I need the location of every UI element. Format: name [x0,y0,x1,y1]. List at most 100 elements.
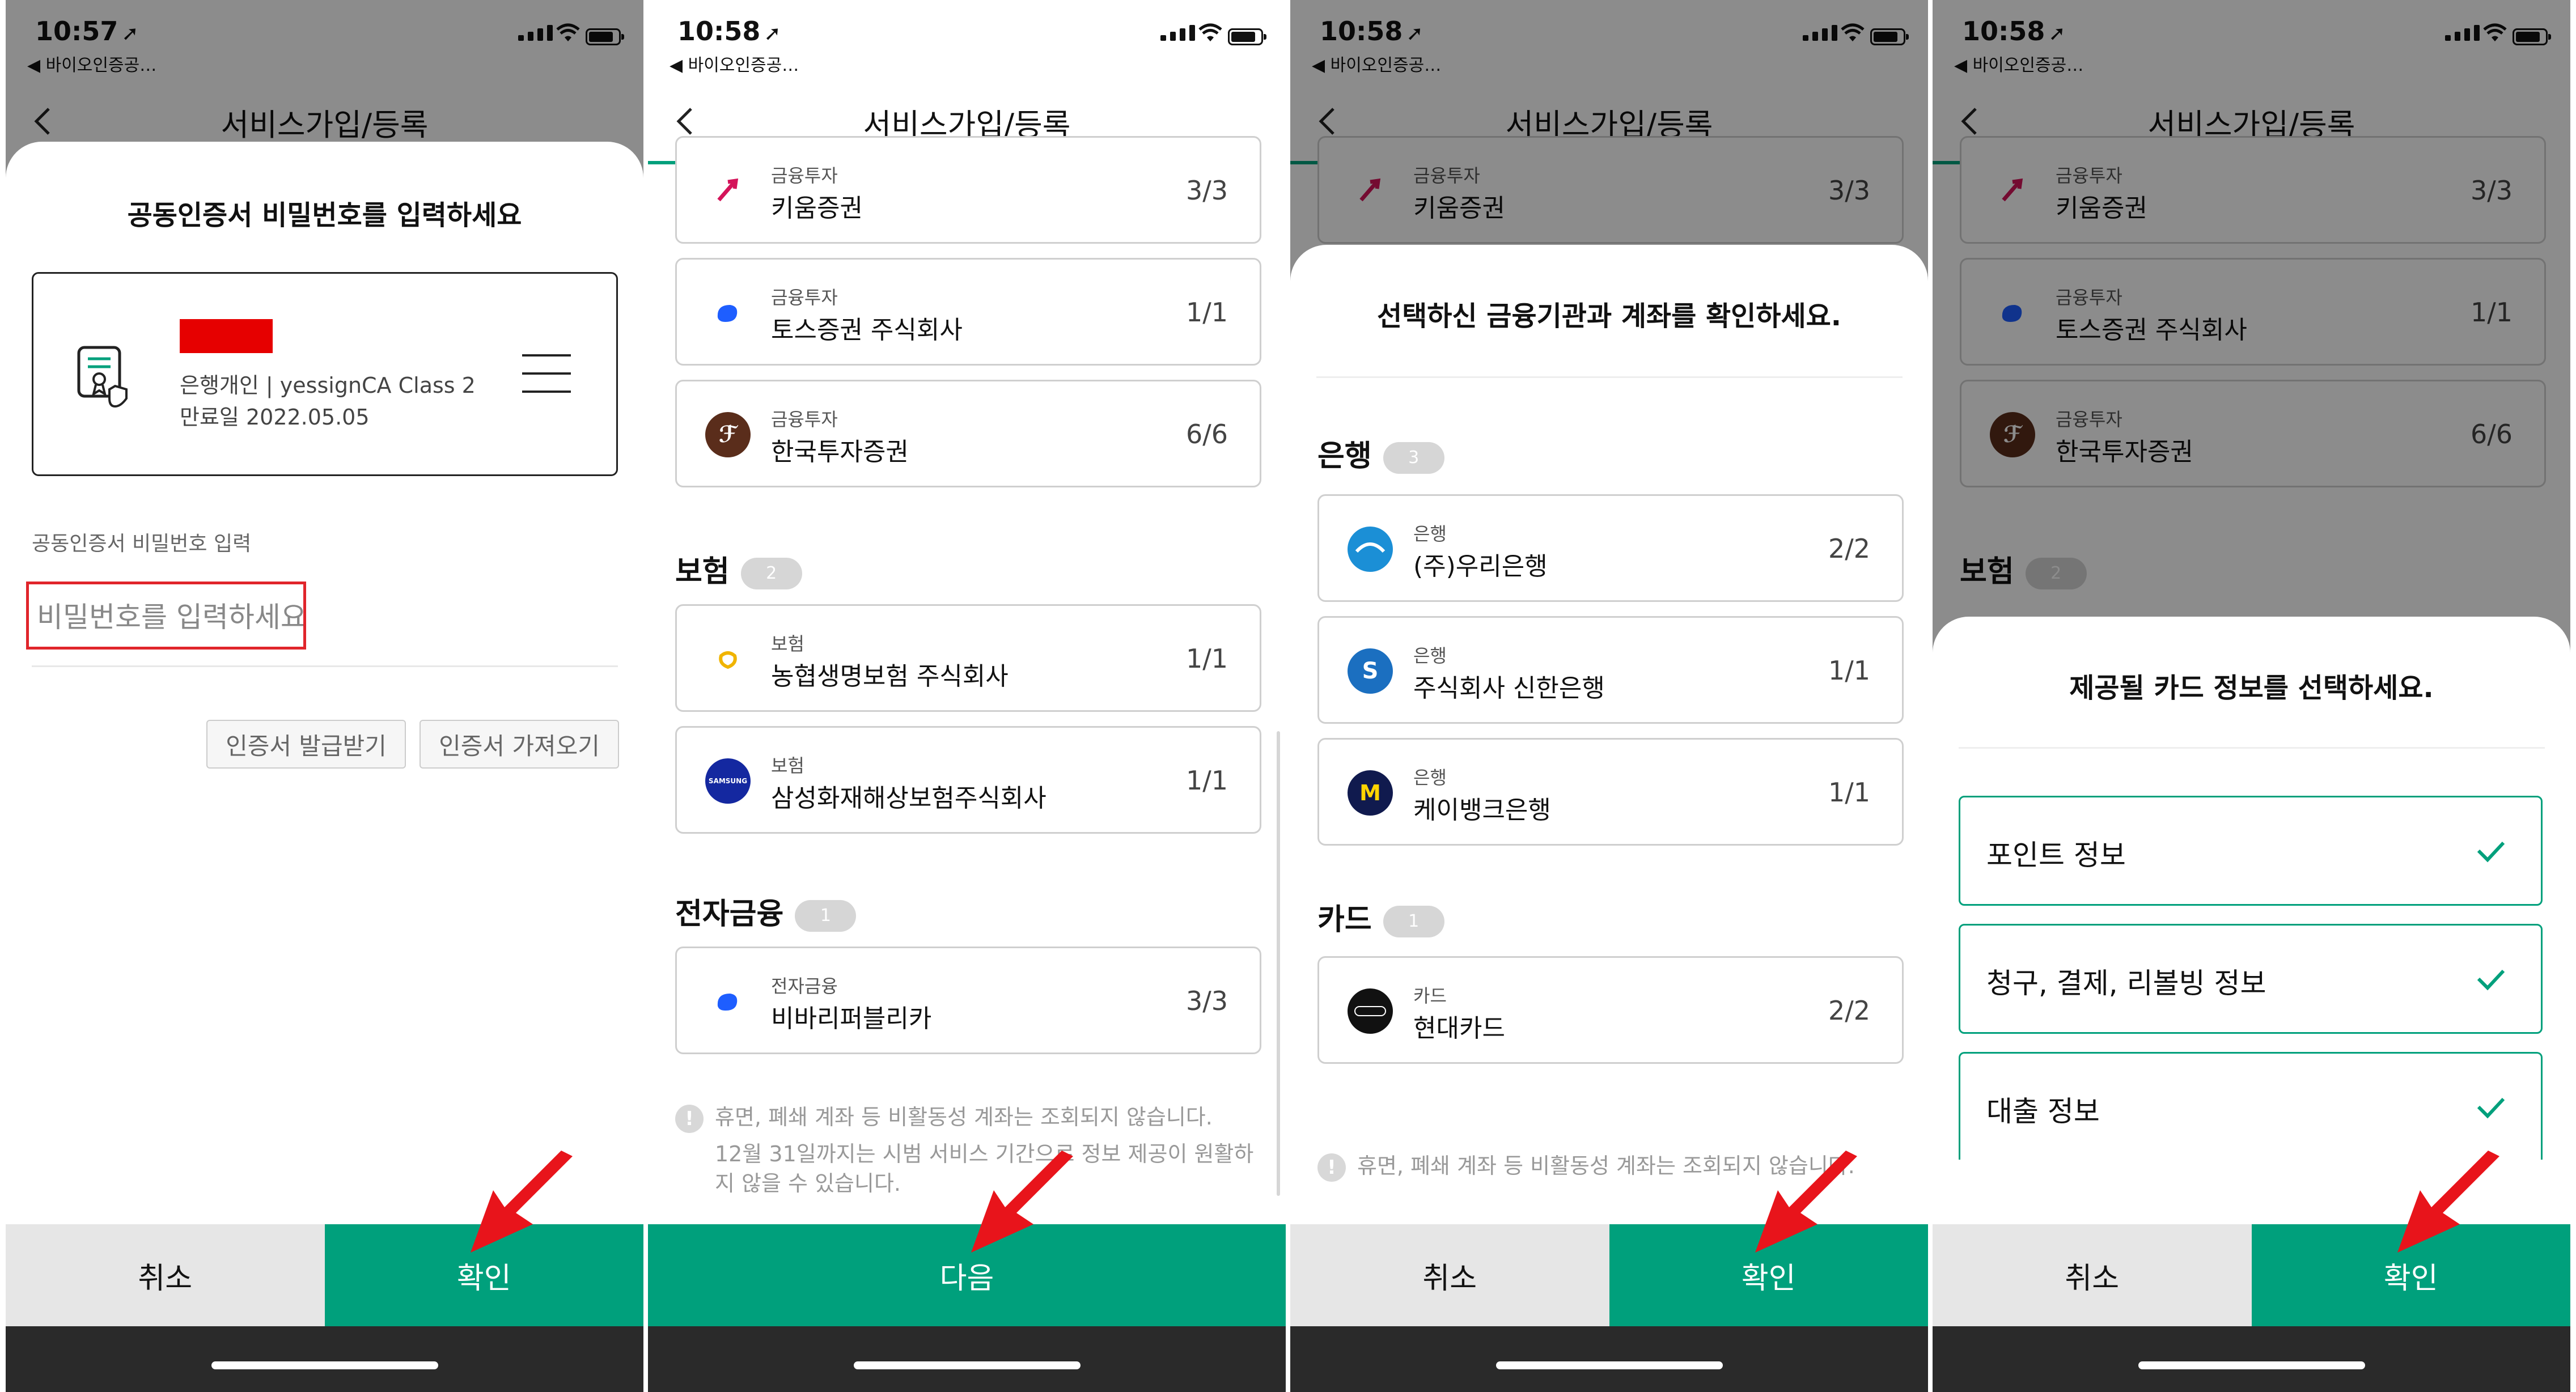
home-indicator[interactable] [1495,1361,1723,1369]
institution-card[interactable]: M 은행 케이뱅크은행 1/1 [1317,738,1904,846]
home-area [648,1326,1286,1392]
option-billing-info[interactable]: 청구, 결제, 리볼빙 정보 [1959,924,2543,1034]
sheet-title: 제공될 카드 정보를 선택하세요. [2069,672,2434,704]
back-to-app-link[interactable]: ◀ 바이오인증공… [670,51,799,76]
kis-logo-icon: ℱ [705,412,751,457]
home-indicator[interactable] [211,1361,438,1369]
cancel-button[interactable]: 취소 [1933,1224,2252,1326]
password-input[interactable] [37,595,303,640]
home-area [1933,1326,2570,1392]
red-arrow-icon [2397,1151,2499,1253]
scrollbar[interactable] [1277,731,1280,1196]
woori-logo-icon [1348,527,1393,572]
card-name: 한국투자증권 [771,438,909,466]
issue-certificate-button[interactable]: 인증서 발급받기 [206,720,406,769]
card-name: 키움증권 [771,194,863,223]
red-arrow-icon [1755,1151,1857,1253]
card-category: 금융투자 [771,287,838,308]
battery-icon [1228,28,1266,45]
option-label: 대출 정보 [1986,1095,2100,1128]
divider [1959,747,2545,749]
card-name: 비바리퍼블리카 [771,1004,932,1033]
section-header-efinance: 전자금융 1 [675,890,857,932]
notice-inactive-accounts: ! 휴면, 폐쇄 계좌 등 비활동성 계좌는 조회되지 않습니다. [675,1100,1213,1133]
divider [1316,376,1903,378]
status-bar: 10:58 ➚ ◀ 바이오인증공… [648,0,1286,79]
card-name: (주)우리은행 [1413,552,1548,581]
info-icon: ! [675,1104,704,1133]
kbank-logo-icon: M [1348,770,1393,816]
hyundai-card-logo-icon [1348,988,1393,1034]
password-highlight-box [26,582,306,650]
location-arrow-icon: ➚ [764,22,781,45]
card-name: 케이뱅크은행 [1413,796,1551,825]
check-icon [2477,969,2505,991]
institution-card[interactable]: S 은행 주식회사 신한은행 1/1 [1317,616,1904,724]
home-indicator[interactable] [2138,1361,2365,1369]
option-label: 포인트 정보 [1986,839,2126,872]
card-name: 삼성화재해상보험주식회사 [771,784,1046,813]
card-name: 주식회사 신한은행 [1413,674,1605,703]
section-count-badge: 2 [740,558,802,589]
certificate-issuer: 은행개인 | yessignCA Class 2 [180,373,476,398]
password-underline [32,665,618,667]
redacted-name [180,319,273,353]
card-category: 은행 [1413,523,1447,545]
red-arrow-icon [471,1151,573,1253]
status-time: 10:58 ➚ [677,16,781,46]
kiwoom-logo-icon [705,168,751,214]
option-point-info[interactable]: 포인트 정보 [1959,796,2543,906]
institution-card[interactable]: 카드 현대카드 2/2 [1317,956,1904,1064]
institution-card[interactable]: 금융투자 토스증권 주식회사 1/1 [675,258,1261,366]
card-name: 농협생명보험 주식회사 [771,662,1009,691]
screen-institution-list: 10:58 ➚ ◀ 바이오인증공… 서비스가입/등록 금융투자 키움증권 3/3 … [648,0,1286,1392]
card-count: 1/1 [1185,643,1228,674]
section-count-badge: 1 [795,900,857,932]
info-icon: ! [1317,1153,1346,1182]
screen-card-info-select: 10:58 ➚ ◀ 바이오인증공… 서비스가입/등록 금융투자 키움증권 3/3 … [1933,0,2570,1392]
card-name: 현대카드 [1413,1014,1505,1043]
hamburger-menu-icon[interactable] [522,354,571,394]
card-count: 1/1 [1185,765,1228,796]
certificate-icon [77,346,128,408]
card-count: 3/3 [1185,986,1228,1016]
check-icon [2477,841,2505,863]
check-icon [2477,1097,2505,1119]
institution-card[interactable]: 전자금융 비바리퍼블리카 3/3 [675,947,1261,1054]
toss-logo-icon [705,290,751,336]
card-count: 3/3 [1185,175,1228,206]
home-area [6,1326,643,1392]
shinhan-logo-icon: S [1348,648,1393,694]
card-count: 1/1 [1185,297,1228,328]
cellular-signal-icon [1160,25,1195,41]
home-indicator[interactable] [853,1361,1081,1369]
samsung-logo-icon: SAMSUNG [705,758,751,804]
card-category: 카드 [1413,985,1447,1007]
institution-card[interactable]: 금융투자 키움증권 3/3 [675,136,1261,244]
screen-certificate-password: 10:57 ➚ ◀ 바이오인증공… 서비스가입/등록 공동인증서 비밀번호를 입력… [6,0,643,1392]
section-header-bank: 은행 3 [1317,432,1444,474]
card-category: 은행 [1413,645,1447,667]
institution-card[interactable]: SAMSUNG 보험 삼성화재해상보험주식회사 1/1 [675,726,1261,834]
cancel-button[interactable]: 취소 [6,1224,325,1326]
institution-card[interactable]: 은행 (주)우리은행 2/2 [1317,494,1904,602]
nh-logo-icon [705,636,751,682]
red-arrow-icon [971,1151,1073,1253]
cancel-button[interactable]: 취소 [1290,1224,1609,1326]
card-category: 은행 [1413,767,1447,788]
password-label: 공동인증서 비밀번호 입력 [32,532,252,555]
card-count: 6/6 [1185,419,1228,449]
institution-card[interactable]: 보험 농협생명보험 주식회사 1/1 [675,604,1261,712]
card-category: 전자금융 [771,975,838,997]
sheet-title: 선택하신 금융기관과 계좌를 확인하세요. [1376,300,1842,332]
home-area [1290,1326,1928,1392]
section-count-badge: 3 [1383,442,1444,474]
section-header-insurance: 보험 2 [675,548,802,590]
certificate-card[interactable]: 은행개인 | yessignCA Class 2 만료일 2022.05.05 [32,272,618,476]
institution-card[interactable]: ℱ 금융투자 한국투자증권 6/6 [675,380,1261,487]
card-category: 금융투자 [771,409,838,430]
card-category: 금융투자 [771,165,838,186]
option-loan-info[interactable]: 대출 정보 [1959,1052,2543,1160]
import-certificate-button[interactable]: 인증서 가져오기 [420,720,619,769]
card-count: 1/1 [1828,777,1870,808]
